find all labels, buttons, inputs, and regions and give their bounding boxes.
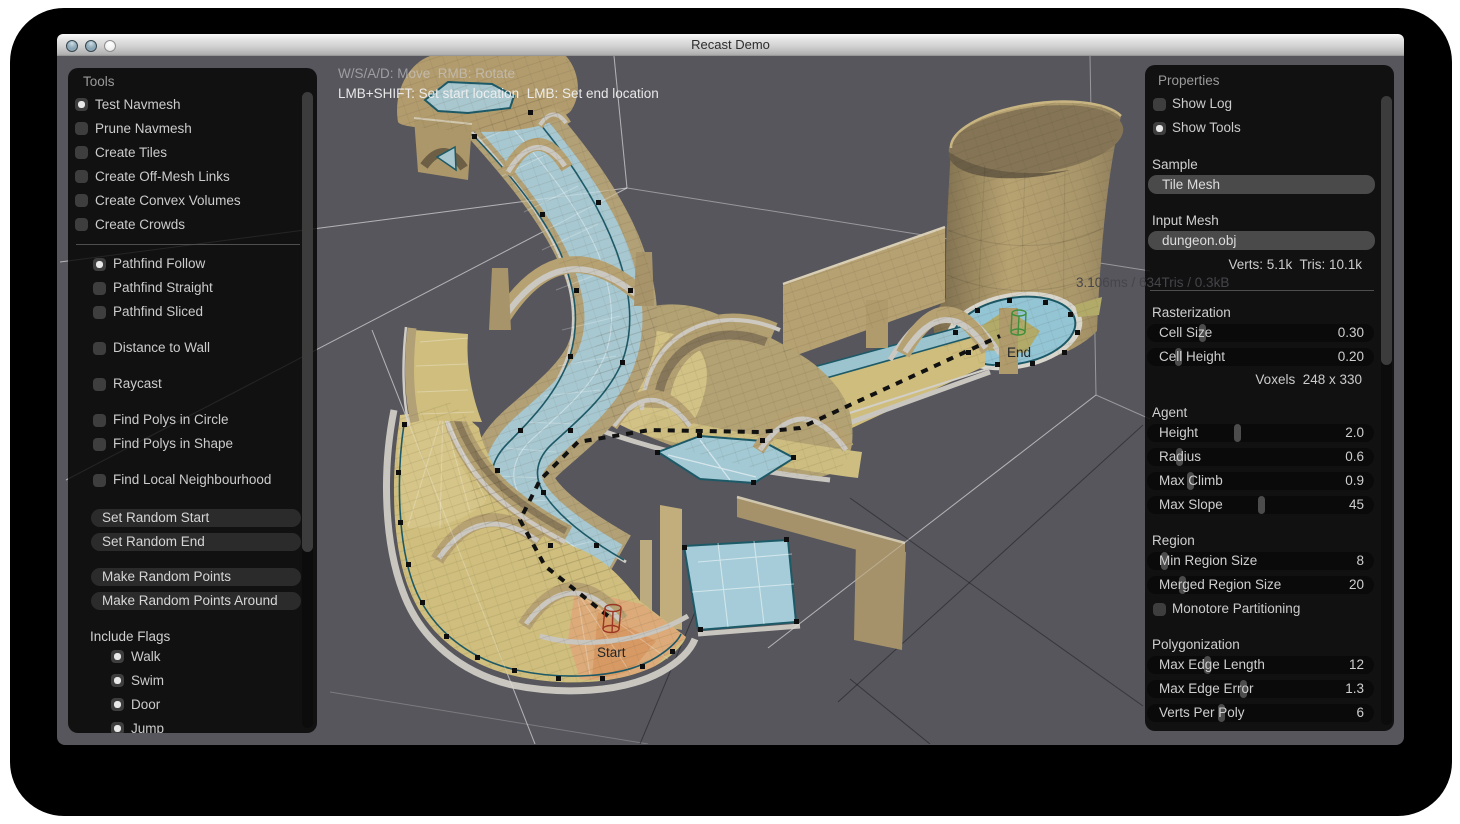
svg-text:Start: Start <box>597 645 626 660</box>
svg-text:End: End <box>1007 345 1031 360</box>
